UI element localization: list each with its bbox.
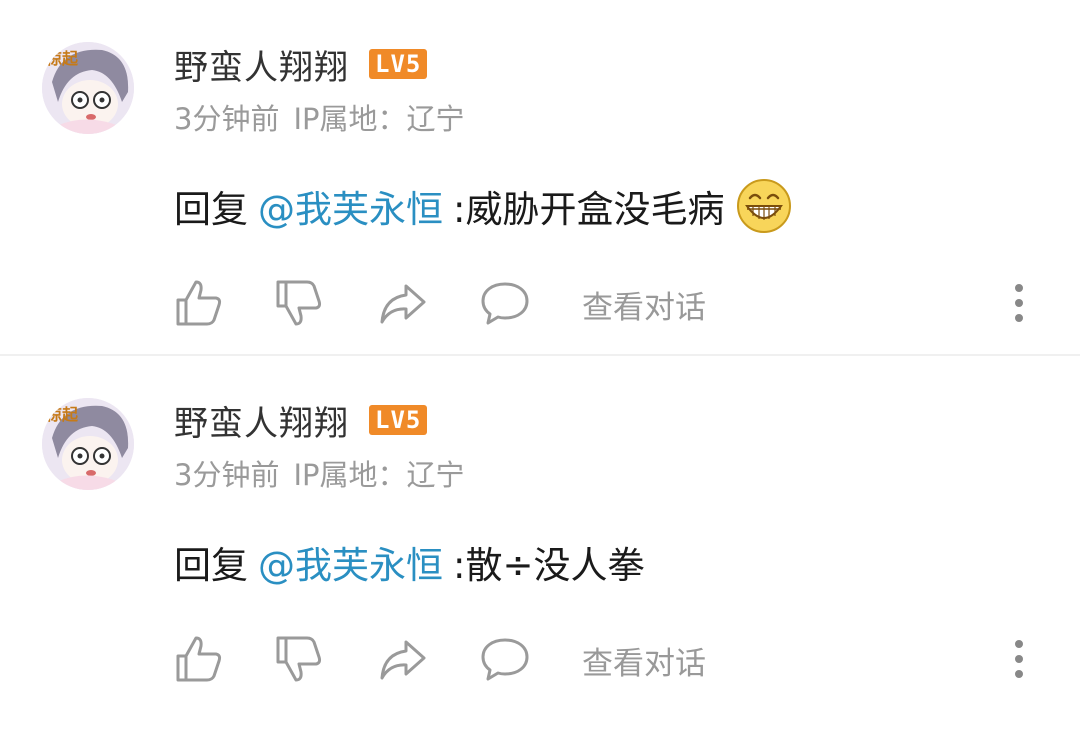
mention-link[interactable]: @我芙永恒 bbox=[258, 535, 443, 589]
avatar[interactable]: 惊起 bbox=[42, 42, 134, 134]
comment-body: :威胁开盒没毛病 bbox=[453, 188, 725, 231]
username[interactable]: 野蛮人翔翔 bbox=[174, 396, 349, 445]
share-icon[interactable] bbox=[378, 278, 428, 328]
username-row: 野蛮人翔翔 LV5 bbox=[174, 38, 428, 90]
meta-row: 3分钟前 IP属地：辽宁 bbox=[174, 452, 465, 494]
action-bar: 查看对话 bbox=[174, 630, 1034, 686]
reply-prefix: 回复 bbox=[174, 544, 248, 587]
comment-text: 回复 @我芙永恒 :散÷没人拳 bbox=[174, 532, 644, 592]
reply-prefix: 回复 bbox=[174, 188, 248, 231]
ip-location: IP属地：辽宁 bbox=[293, 458, 465, 492]
more-icon[interactable] bbox=[1004, 636, 1034, 682]
level-badge: LV5 bbox=[369, 49, 428, 79]
thumbs-up-icon[interactable] bbox=[174, 634, 224, 684]
avatar[interactable]: 惊起 bbox=[42, 398, 134, 490]
meta-row: 3分钟前 IP属地：辽宁 bbox=[174, 96, 465, 138]
avatar-text: 惊起 bbox=[46, 49, 79, 68]
avatar-text: 惊起 bbox=[46, 405, 79, 424]
comment-icon[interactable] bbox=[480, 278, 530, 328]
timestamp: 3分钟前 bbox=[174, 102, 280, 136]
thumbs-down-icon[interactable] bbox=[274, 634, 324, 684]
level-badge: LV5 bbox=[369, 405, 428, 435]
timestamp: 3分钟前 bbox=[174, 458, 280, 492]
comment-icon[interactable] bbox=[480, 634, 530, 684]
comment-item: 惊起 野蛮人翔翔 LV5 3分钟前 IP属地：辽宁 回复 @我芙永恒 :散÷没人拳… bbox=[0, 354, 1080, 710]
share-icon[interactable] bbox=[378, 634, 428, 684]
comment-item: 惊起 野蛮人翔翔 LV5 3分钟前 IP属地：辽宁 回复 @我芙永恒 :威胁开盒没… bbox=[0, 0, 1080, 354]
comment-body: :散÷没人拳 bbox=[453, 544, 645, 587]
view-conversation-button[interactable]: 查看对话 bbox=[582, 638, 706, 683]
comment-text: 回复 @我芙永恒 :威胁开盒没毛病 bbox=[174, 176, 792, 236]
view-conversation-button[interactable]: 查看对话 bbox=[582, 282, 706, 327]
username-row: 野蛮人翔翔 LV5 bbox=[174, 394, 428, 446]
more-icon[interactable] bbox=[1004, 280, 1034, 326]
mention-link[interactable]: @我芙永恒 bbox=[258, 179, 443, 233]
ip-location: IP属地：辽宁 bbox=[293, 102, 465, 136]
username[interactable]: 野蛮人翔翔 bbox=[174, 40, 349, 89]
thumbs-up-icon[interactable] bbox=[174, 278, 224, 328]
thumbs-down-icon[interactable] bbox=[274, 278, 324, 328]
grinning-face-emoji bbox=[736, 178, 792, 234]
action-bar: 查看对话 bbox=[174, 274, 1034, 330]
